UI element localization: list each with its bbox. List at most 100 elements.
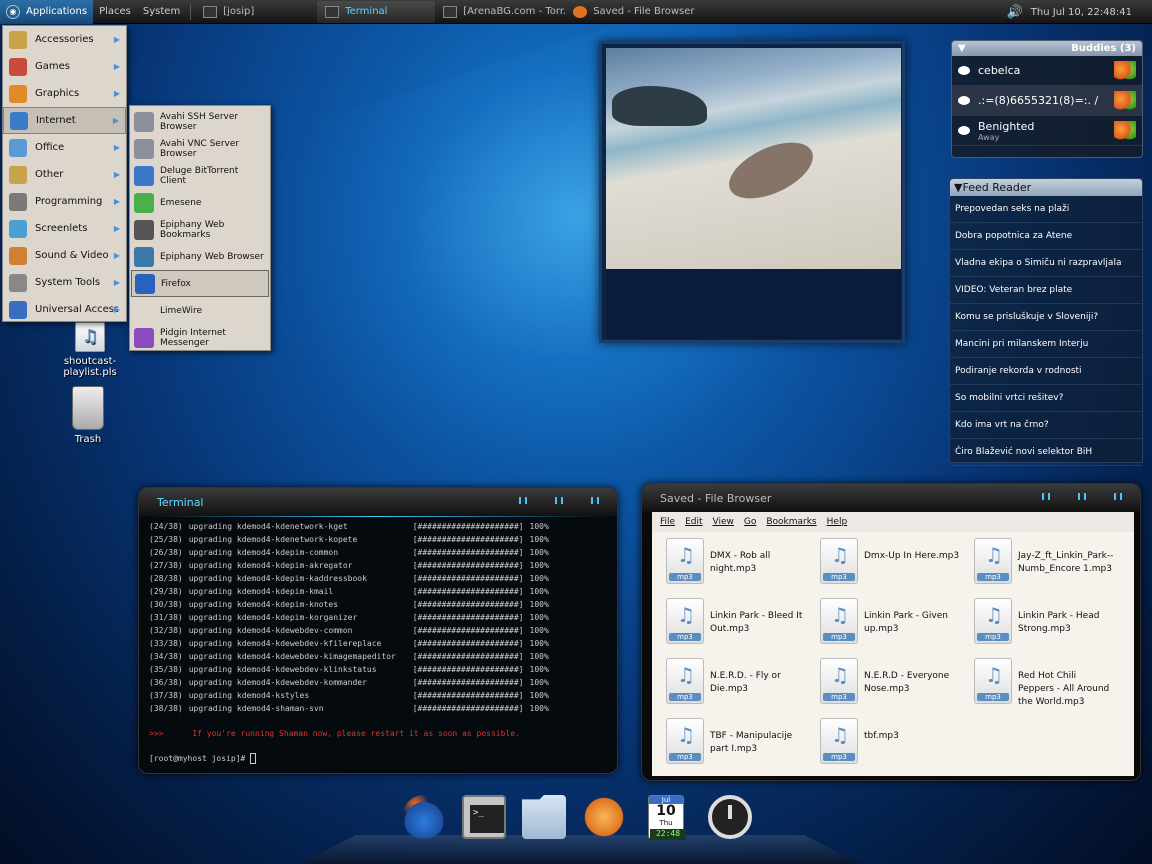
submenu-item-epiphany-browser[interactable]: Epiphany Web Browser [131, 243, 269, 270]
file-item[interactable]: ♫ mp3 Red Hot Chili Peppers - All Around t… [966, 656, 1120, 710]
terminal-prompt-line[interactable]: [root@myhost josip]# [149, 752, 607, 765]
file-item[interactable]: ♫ mp3 Linkin Park - Given up.mp3 [812, 596, 966, 650]
panel-clock[interactable]: 🔊 Thu Jul 10, 22:48:41 [1007, 0, 1132, 24]
collapse-triangle-icon[interactable]: ▼ [958, 43, 966, 54]
submenu-item-label: Epiphany Web Browser [160, 251, 264, 262]
buddy-row[interactable]: Benighted Away [952, 116, 1142, 146]
line-percent: 100% [529, 574, 549, 583]
task-josip[interactable]: [josip] [195, 1, 317, 23]
line-counter: (33/38) [149, 639, 183, 648]
minimize-icon[interactable] [1042, 493, 1050, 500]
feed-reader-header[interactable]: ▼ Feed Reader [950, 179, 1142, 196]
system-menu-button[interactable]: System [137, 0, 186, 24]
power-dock-icon[interactable] [708, 795, 752, 839]
collapse-triangle-icon[interactable]: ▼ [954, 181, 962, 194]
photo-frame-screenlet[interactable] [599, 41, 905, 343]
maximize-icon[interactable] [1078, 493, 1086, 500]
menu-item-system-tools[interactable]: System Tools ▶ [3, 269, 126, 296]
feed-item[interactable]: Mancini pri milanskem Interju [950, 331, 1142, 358]
menu-file[interactable]: File [660, 517, 675, 527]
file-item[interactable]: ♫ mp3 tbf.mp3 [812, 716, 966, 770]
task-label: [josip] [223, 6, 255, 17]
menu-item-universal-access[interactable]: Universal Access ▶ [3, 296, 126, 323]
feed-item[interactable]: Vladna ekipa o Simiču ni razpravljala [950, 250, 1142, 277]
feed-item[interactable]: Prepovedan seks na plaži [950, 196, 1142, 223]
task-terminal[interactable]: Terminal [317, 0, 436, 23]
menu-item-graphics[interactable]: Graphics ▶ [3, 80, 126, 107]
line-counter: (25/38) [149, 535, 183, 544]
feed-item[interactable]: Kdo ima vrt na črno? [950, 412, 1142, 439]
menu-item-sound-video[interactable]: Sound & Video ▶ [3, 242, 126, 269]
menu-item-games[interactable]: Games ▶ [3, 53, 126, 80]
submenu-item-avahi-vnc[interactable]: Avahi VNC Server Browser [131, 135, 269, 162]
line-package: upgrading kdemod4-kdepim-common [188, 548, 339, 557]
mp3-file-icon: ♫ mp3 [820, 658, 858, 704]
menu-item-accessories[interactable]: Accessories ▶ [3, 26, 126, 53]
file-item[interactable]: ♫ mp3 Dmx-Up In Here.mp3 [812, 536, 966, 590]
dock-shelf [300, 835, 860, 864]
menu-help[interactable]: Help [827, 517, 848, 527]
file-item[interactable]: ♫ mp3 Linkin Park - Bleed It Out.mp3 [658, 596, 812, 650]
nautilus-shell-dock-icon[interactable] [582, 795, 626, 839]
file-name: Linkin Park - Given up.mp3 [864, 611, 948, 634]
file-item[interactable]: ♫ mp3 N.E.R.D - Everyone Nose.mp3 [812, 656, 966, 710]
submenu-item-firefox[interactable]: Firefox [131, 270, 269, 297]
task-file-browser[interactable]: Saved - File Browser [565, 1, 705, 23]
file-name: N.E.R.D - Everyone Nose.mp3 [864, 671, 950, 694]
file-item[interactable]: ♫ mp3 Linkin Park - Head Strong.mp3 [966, 596, 1120, 650]
submenu-item-avahi-ssh[interactable]: Avahi SSH Server Browser [131, 108, 269, 135]
submenu-arrow-icon: ▶ [113, 89, 120, 98]
feed-item[interactable]: Komu se prisluškuje v Sloveniji? [950, 304, 1142, 331]
menu-item-other[interactable]: Other ▶ [3, 161, 126, 188]
volume-icon[interactable]: 🔊 [1007, 5, 1023, 20]
applications-menu-button[interactable]: ◉ Applications [0, 0, 94, 24]
file-item[interactable]: ♫ mp3 Jay-Z_ft_Linkin_Park--Numb_Encore 1.… [966, 536, 1120, 590]
avahi-ssh-icon [134, 111, 154, 132]
terminal-output[interactable]: (24/38) upgrading kdemod4-kdenetwork-kget… [139, 517, 617, 768]
buddies-header[interactable]: ▼ Buddies (3) [952, 41, 1142, 56]
places-menu-button[interactable]: Places [93, 0, 137, 24]
file-name: Linkin Park - Head Strong.mp3 [1018, 611, 1100, 634]
maximize-icon[interactable] [555, 497, 563, 504]
desktop-icon-playlist[interactable]: ♫ shoutcast-playlist.pls [38, 322, 142, 378]
file-browser-titlebar[interactable]: Saved - File Browser [642, 484, 1140, 512]
menu-item-screenlets[interactable]: Screenlets ▶ [3, 215, 126, 242]
feed-reader-screenlet: ▼ Feed Reader Prepovedan seks na plaži Do… [949, 178, 1143, 466]
feed-item[interactable]: Ćiro Blažević novi selektor BiH [950, 439, 1142, 466]
buddy-row[interactable]: .:=(8)6655321(8)=:. / [952, 86, 1142, 116]
feed-item[interactable]: VIDEO: Veteran brez plate [950, 277, 1142, 304]
file-item[interactable]: ♫ mp3 TBF - Manipulacije part I.mp3 [658, 716, 812, 770]
submenu-item-limewire[interactable]: LimeWire [131, 297, 269, 324]
minimize-icon[interactable] [519, 497, 527, 504]
close-icon[interactable] [591, 497, 599, 504]
mp3-file-icon: ♫ mp3 [666, 538, 704, 584]
menu-bookmarks[interactable]: Bookmarks [766, 517, 816, 527]
buddy-row[interactable]: cebelca [952, 56, 1142, 86]
task-arenabg[interactable]: [ArenaBG.com - Torr... [435, 1, 565, 23]
close-icon[interactable] [1114, 493, 1122, 500]
line-counter: (30/38) [149, 600, 183, 609]
submenu-item-deluge[interactable]: Deluge BitTorrent Client [131, 162, 269, 189]
file-item[interactable]: ♫ mp3 N.E.R.D. - Fly or Die.mp3 [658, 656, 812, 710]
folder-dock-icon[interactable] [522, 795, 566, 839]
line-counter: (35/38) [149, 665, 183, 674]
feed-item[interactable]: So mobilni vrtci rešitev? [950, 385, 1142, 412]
terminal-titlebar[interactable]: Terminal [139, 488, 617, 516]
submenu-item-emesene[interactable]: Emesene [131, 189, 269, 216]
feed-item[interactable]: Dobra popotnica za Atene [950, 223, 1142, 250]
menu-edit[interactable]: Edit [685, 517, 702, 527]
file-item[interactable]: ♫ mp3 DMX - Rob all night.mp3 [658, 536, 812, 590]
firefox-dock-icon[interactable] [402, 795, 446, 839]
submenu-item-pidgin[interactable]: Pidgin Internet Messenger [131, 324, 269, 351]
feed-item[interactable]: Podiranje rekorda v rodnosti [950, 358, 1142, 385]
window-buttons [519, 497, 599, 504]
menu-item-internet[interactable]: Internet ▶ [3, 107, 126, 134]
desktop-icon-trash[interactable]: Trash [58, 386, 118, 445]
line-package: upgrading kdemod4-kdenetwork-kget [188, 522, 348, 531]
menu-item-office[interactable]: Office ▶ [3, 134, 126, 161]
menu-item-programming[interactable]: Programming ▶ [3, 188, 126, 215]
terminal-dock-icon[interactable] [462, 795, 506, 839]
menu-go[interactable]: Go [744, 517, 756, 527]
submenu-item-epiphany-bookmarks[interactable]: Epiphany Web Bookmarks [131, 216, 269, 243]
menu-view[interactable]: View [713, 517, 734, 527]
